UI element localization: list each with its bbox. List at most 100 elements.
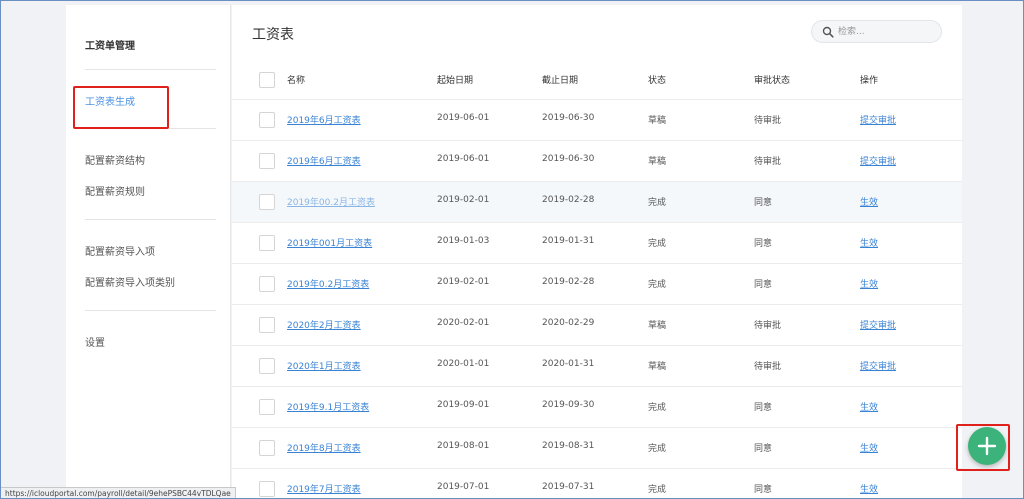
cell-status: 完成: [648, 239, 667, 249]
payroll-name-link[interactable]: 2020年1月工资表: [287, 359, 361, 372]
table-row[interactable]: 2019年001月工资表 2019-01-03 2019-01-31 完成 同意 生效: [232, 223, 962, 264]
table-row[interactable]: 2019年6月工资表 2019-06-01 2019-06-30 草稿 待审批 提交审批: [232, 141, 962, 182]
payroll-name-link[interactable]: 2019年6月工资表: [287, 154, 361, 167]
cell-approval-status: 同意: [754, 403, 773, 413]
app-window: 工资单管理 工资表生成 配置薪资结构 配置薪资规则 配置薪资导入项 配置薪资导入…: [0, 0, 1024, 499]
cell-approval-status: 同意: [754, 444, 773, 454]
payroll-name-link[interactable]: 2019年9.1月工资表: [287, 400, 369, 413]
payroll-name-link[interactable]: 2019年001月工资表: [287, 236, 372, 249]
cell-approval-status: 待审批: [754, 157, 782, 167]
row-action-link[interactable]: 生效: [860, 482, 878, 495]
cell-approval-status: 同意: [754, 198, 773, 208]
search-icon: [822, 26, 834, 38]
row-action-link[interactable]: 提交审批: [860, 154, 896, 167]
cell-approval-status: 待审批: [754, 116, 782, 126]
row-action-link[interactable]: 生效: [860, 277, 878, 290]
row-checkbox[interactable]: [259, 317, 275, 333]
payroll-name-link[interactable]: 2019年0.2月工资表: [287, 277, 369, 290]
cell-end-date: 2019-02-28: [542, 195, 595, 205]
table-row[interactable]: 2020年1月工资表 2020-01-01 2020-01-31 草稿 待审批 提交审批: [232, 346, 962, 387]
payroll-name-link[interactable]: 2019年7月工资表: [287, 482, 361, 495]
cell-start-date: 2019-02-01: [437, 195, 490, 205]
cell-end-date: 2019-01-31: [542, 236, 595, 246]
row-action-link[interactable]: 提交审批: [860, 359, 896, 372]
cell-status: 完成: [648, 403, 667, 413]
cell-start-date: 2019-06-01: [437, 113, 490, 123]
payroll-name-link[interactable]: 2019年00.2月工资表: [287, 195, 375, 208]
column-header-end-date: 截止日期: [542, 76, 579, 86]
cell-status: 草稿: [648, 116, 667, 126]
cell-start-date: 2019-07-01: [437, 482, 490, 492]
cell-status: 完成: [648, 485, 667, 495]
column-header-start-date: 起始日期: [437, 76, 474, 86]
select-all-checkbox[interactable]: [259, 72, 275, 88]
sidebar-title: 工资单管理: [85, 41, 135, 52]
cell-approval-status: 同意: [754, 280, 773, 290]
cell-end-date: 2019-09-30: [542, 400, 595, 410]
row-checkbox[interactable]: [259, 358, 275, 374]
row-action-link[interactable]: 提交审批: [860, 318, 896, 331]
table-row[interactable]: 2020年2月工资表 2020-02-01 2020-02-29 草稿 待审批 提交审批: [232, 305, 962, 346]
cell-status: 完成: [648, 444, 667, 454]
sidebar-item-import-items[interactable]: 配置薪资导入项: [85, 243, 155, 258]
browser-status-url: https://icloudportal.com/payroll/detail/…: [1, 487, 236, 498]
cell-start-date: 2019-02-01: [437, 277, 490, 287]
column-header-name: 名称: [287, 76, 306, 86]
sidebar: 工资单管理 工资表生成 配置薪资结构 配置薪资规则 配置薪资导入项 配置薪资导入…: [66, 5, 231, 498]
cell-end-date: 2020-02-29: [542, 318, 595, 328]
row-checkbox[interactable]: [259, 153, 275, 169]
table-row[interactable]: 2019年8月工资表 2019-08-01 2019-08-31 完成 同意 生效: [232, 428, 962, 469]
table-row[interactable]: 2019年6月工资表 2019-06-01 2019-06-30 草稿 待审批 提交审批: [232, 100, 962, 141]
cell-end-date: 2019-06-30: [542, 113, 595, 123]
table-header-row: 名称 起始日期 截止日期 状态 审批状态 操作: [232, 60, 962, 100]
row-action-link[interactable]: 生效: [860, 441, 878, 454]
row-action-link[interactable]: 生效: [860, 195, 878, 208]
row-checkbox[interactable]: [259, 194, 275, 210]
row-checkbox[interactable]: [259, 235, 275, 251]
highlight-box-sidebar: [73, 86, 169, 129]
table-row[interactable]: 2019年7月工资表 2019-07-01 2019-07-31 完成 同意 生效: [232, 469, 962, 498]
sidebar-item-salary-rules[interactable]: 配置薪资规则: [85, 183, 145, 198]
table-row[interactable]: 2019年9.1月工资表 2019-09-01 2019-09-30 完成 同意 生效: [232, 387, 962, 428]
highlight-box-add-button: [956, 424, 1010, 471]
row-checkbox[interactable]: [259, 276, 275, 292]
table-row[interactable]: 2019年00.2月工资表 2019-02-01 2019-02-28 完成 同意 生效: [232, 182, 962, 223]
row-checkbox[interactable]: [259, 112, 275, 128]
sidebar-item-settings[interactable]: 设置: [85, 334, 105, 349]
row-action-link[interactable]: 生效: [860, 400, 878, 413]
cell-end-date: 2019-08-31: [542, 441, 595, 451]
cell-end-date: 2019-07-31: [542, 482, 595, 492]
column-header-actions: 操作: [860, 76, 879, 86]
row-action-link[interactable]: 提交审批: [860, 113, 896, 126]
payroll-name-link[interactable]: 2019年6月工资表: [287, 113, 361, 126]
cell-status: 完成: [648, 280, 667, 290]
cell-start-date: 2020-01-01: [437, 359, 490, 369]
cell-end-date: 2019-06-30: [542, 154, 595, 164]
payroll-name-link[interactable]: 2020年2月工资表: [287, 318, 361, 331]
cell-approval-status: 待审批: [754, 362, 782, 372]
column-header-status: 状态: [648, 76, 667, 86]
row-checkbox[interactable]: [259, 440, 275, 456]
cell-end-date: 2020-01-31: [542, 359, 595, 369]
cell-start-date: 2019-09-01: [437, 400, 490, 410]
cell-end-date: 2019-02-28: [542, 277, 595, 287]
cell-start-date: 2019-06-01: [437, 154, 490, 164]
cell-status: 草稿: [648, 321, 667, 331]
search-box[interactable]: [811, 20, 942, 43]
cell-start-date: 2019-08-01: [437, 441, 490, 451]
cell-status: 草稿: [648, 362, 667, 372]
payroll-table: 名称 起始日期 截止日期 状态 审批状态 操作 2019年6月工资表 2019-0…: [232, 60, 962, 498]
cell-approval-status: 待审批: [754, 321, 782, 331]
sidebar-item-salary-structure[interactable]: 配置薪资结构: [85, 152, 145, 167]
table-row[interactable]: 2019年0.2月工资表 2019-02-01 2019-02-28 完成 同意 生效: [232, 264, 962, 305]
row-checkbox[interactable]: [259, 399, 275, 415]
sidebar-item-import-categories[interactable]: 配置薪资导入项类别: [85, 274, 175, 289]
cell-status: 草稿: [648, 157, 667, 167]
sidebar-divider: [85, 310, 216, 311]
row-checkbox[interactable]: [259, 481, 275, 497]
column-header-approval-status: 审批状态: [754, 76, 791, 86]
payroll-name-link[interactable]: 2019年8月工资表: [287, 441, 361, 454]
row-action-link[interactable]: 生效: [860, 236, 878, 249]
search-input[interactable]: [838, 23, 936, 40]
sidebar-divider: [85, 69, 216, 70]
